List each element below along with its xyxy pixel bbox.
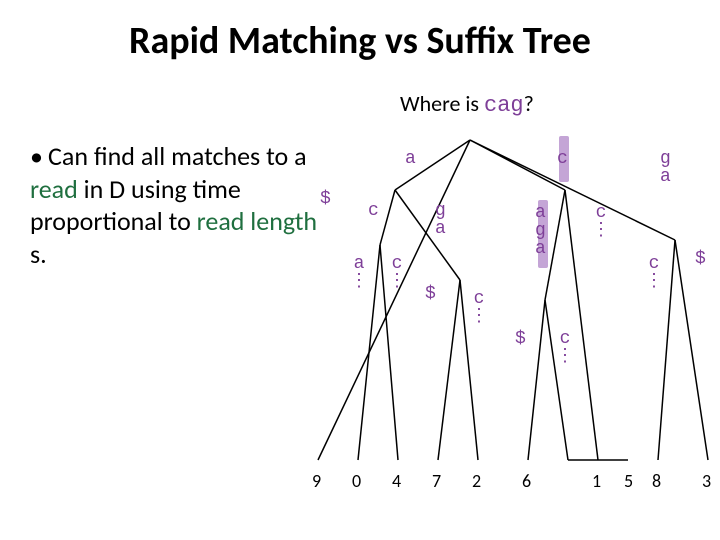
query-text: cag — [484, 93, 524, 118]
leaf-9: 3 — [702, 470, 711, 492]
suffix-tree: $ a c g a c g a a ⋮ c ⋮ $ c ⋮ a g a c ⋮ … — [310, 130, 720, 520]
where-prefix: Where is — [400, 90, 484, 117]
leaf-6: 1 — [592, 470, 601, 492]
bullet-rlen: read length — [197, 205, 317, 237]
tree-edges — [310, 130, 720, 520]
bullet-t1: Can find all matches to a — [48, 140, 307, 172]
leaf-3: 7 — [432, 470, 441, 492]
leaf-1: 0 — [352, 470, 361, 492]
edge-c-a-cdots: c ⋮ — [556, 330, 574, 366]
edge-a: a — [405, 150, 416, 168]
edge-ga: g a — [660, 150, 671, 186]
bullet-t3: s. — [30, 238, 47, 270]
where-suffix: ? — [524, 90, 534, 117]
leaf-0: 9 — [312, 470, 321, 492]
slide-title: Rapid Matching vs Suffix Tree — [0, 18, 720, 64]
leaf-5: 6 — [522, 470, 531, 492]
edge-a-cdots: c ⋮ — [388, 255, 406, 291]
edge-a-c: c — [368, 202, 379, 220]
edge-a-g: g a — [435, 202, 446, 238]
query-line: Where is cag? — [400, 90, 534, 118]
bullet-text: •Can find all matches to a read in D usi… — [30, 140, 330, 270]
leaf-8: 8 — [652, 470, 661, 492]
edge-a-adots: a ⋮ — [350, 255, 368, 291]
edge-c-a: a g a — [535, 204, 546, 258]
edge-ga-cdots: c ⋮ — [645, 255, 663, 291]
edge-a-gcdots: c ⋮ — [470, 290, 488, 326]
edge-ga-dollar: $ — [695, 250, 706, 268]
edge-c: c — [557, 150, 568, 168]
bullet-dot: • — [30, 140, 48, 173]
bullet-read: read — [30, 173, 78, 205]
edge-a-gdollar: $ — [425, 285, 436, 303]
edge-c-a-dollar: $ — [515, 330, 526, 348]
edge-c-cdots: c ⋮ — [592, 204, 610, 240]
leaf-2: 4 — [392, 470, 401, 492]
leaf-4: 2 — [472, 470, 481, 492]
leaf-7: 5 — [624, 470, 633, 492]
edge-dollar: $ — [320, 190, 331, 208]
